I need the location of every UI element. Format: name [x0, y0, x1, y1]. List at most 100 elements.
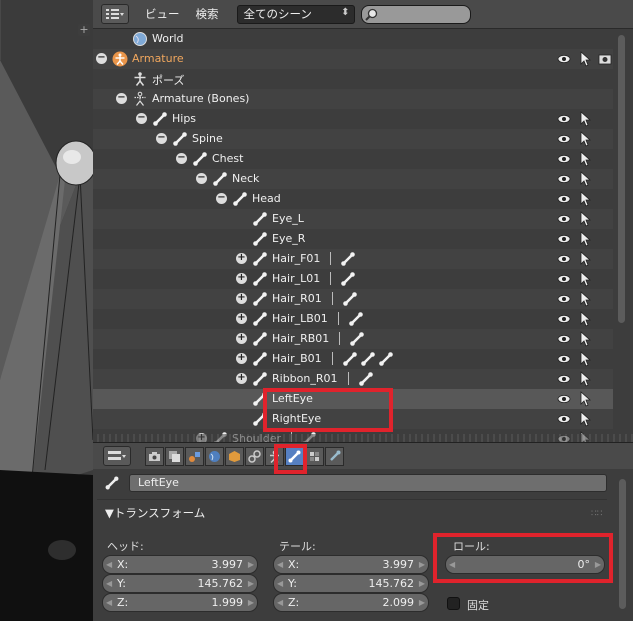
visibility-eye-icon[interactable]: [557, 392, 571, 406]
outliner-row[interactable]: − Chest: [93, 149, 613, 169]
properties-editor-type-button[interactable]: [103, 446, 131, 466]
visibility-eye-icon[interactable]: [557, 192, 571, 206]
outliner-row-label[interactable]: Eye_L: [272, 212, 304, 225]
outliner-row-label[interactable]: Armature: [132, 52, 184, 65]
bone-name-field[interactable]: LeftEye: [129, 474, 607, 492]
outliner-row[interactable]: − Spine: [93, 129, 613, 149]
selectability-cursor-icon[interactable]: [578, 111, 592, 127]
decrement-arrow-icon[interactable]: ◀: [277, 594, 283, 611]
outliner-row-label[interactable]: Head: [252, 192, 281, 205]
panel-drag-handle[interactable]: ∷∷: [591, 509, 602, 519]
collapse-icon[interactable]: −: [196, 173, 207, 184]
tail-x-field[interactable]: ◀ X: 3.997 ▶: [273, 555, 429, 574]
increment-arrow-icon[interactable]: ▶: [248, 594, 254, 611]
visibility-eye-icon[interactable]: [557, 312, 571, 326]
expand-icon[interactable]: +: [236, 353, 247, 364]
visibility-eye-icon[interactable]: [557, 252, 571, 266]
outliner-row-label[interactable]: Chest: [212, 152, 243, 165]
outliner-row[interactable]: − Hips: [93, 109, 613, 129]
tab-world[interactable]: [205, 446, 224, 466]
increment-arrow-icon[interactable]: ▶: [419, 575, 425, 592]
visibility-eye-icon[interactable]: [557, 52, 571, 66]
selectability-cursor-icon[interactable]: [578, 331, 592, 347]
outliner-row-label[interactable]: Hair_B01: [272, 352, 322, 365]
tab-bone[interactable]: [285, 446, 304, 466]
add-region-button[interactable]: +: [78, 24, 90, 36]
decrement-arrow-icon[interactable]: ◀: [106, 575, 112, 592]
visibility-eye-icon[interactable]: [557, 272, 571, 286]
outliner-row-label[interactable]: Hair_F01: [272, 252, 320, 265]
increment-arrow-icon[interactable]: ▶: [419, 594, 425, 611]
child-bone-icon[interactable]: [342, 291, 358, 307]
decrement-arrow-icon[interactable]: ◀: [106, 594, 112, 611]
outliner-row[interactable]: + Hair_B01: [93, 349, 613, 369]
visibility-eye-icon[interactable]: [557, 352, 571, 366]
tab-render-layers[interactable]: [165, 446, 184, 466]
outliner-row[interactable]: ポーズ: [93, 69, 613, 89]
outliner-row[interactable]: + Hair_RB01: [93, 329, 613, 349]
outliner-row[interactable]: LeftEye: [93, 389, 613, 409]
selectability-cursor-icon[interactable]: [578, 311, 592, 327]
outliner-row-label[interactable]: ポーズ: [152, 72, 184, 88]
selectability-cursor-icon[interactable]: [578, 371, 592, 387]
outliner-row[interactable]: − Armature: [93, 49, 613, 69]
tab-constraints[interactable]: [245, 446, 264, 466]
head-z-field[interactable]: ◀ Z: 1.999 ▶: [102, 593, 258, 612]
outliner-row-label[interactable]: RightEye: [272, 412, 321, 425]
outliner-row-label[interactable]: Neck: [232, 172, 259, 185]
increment-arrow-icon[interactable]: ▶: [595, 556, 601, 573]
collapse-icon[interactable]: −: [216, 193, 227, 204]
roll-field[interactable]: ◀ 0° ▶: [445, 555, 605, 574]
visibility-eye-icon[interactable]: [557, 212, 571, 226]
outliner-row[interactable]: − Head: [93, 189, 613, 209]
collapse-icon[interactable]: −: [176, 153, 187, 164]
outliner-row[interactable]: RightEye: [93, 409, 613, 429]
child-bone-icon[interactable]: [358, 371, 374, 387]
outliner-row[interactable]: − Neck: [93, 169, 613, 189]
increment-arrow-icon[interactable]: ▶: [248, 556, 254, 573]
child-bone-icon[interactable]: [342, 351, 358, 367]
expand-icon[interactable]: +: [236, 373, 247, 384]
tab-bone-constraints[interactable]: [305, 446, 324, 466]
lock-checkbox[interactable]: [447, 597, 460, 610]
tail-y-field[interactable]: ◀ Y: 145.762 ▶: [273, 574, 429, 593]
expand-icon[interactable]: +: [236, 313, 247, 324]
search-field[interactable]: [360, 4, 471, 24]
collapse-icon[interactable]: −: [156, 133, 167, 144]
outliner-tree[interactable]: World − Armature ポーズ − Armature (Bones) − Hips −…: [93, 29, 633, 442]
renderability-camera-icon[interactable]: [598, 52, 612, 66]
decrement-arrow-icon[interactable]: ◀: [277, 556, 283, 573]
selectability-cursor-icon[interactable]: [578, 411, 592, 427]
collapse-icon[interactable]: −: [96, 53, 107, 64]
search-input[interactable]: [380, 8, 461, 20]
visibility-eye-icon[interactable]: [557, 412, 571, 426]
tab-render[interactable]: [145, 446, 164, 466]
outliner-row-label[interactable]: Hips: [172, 112, 196, 125]
child-bone-icon[interactable]: [378, 351, 394, 367]
outliner-row[interactable]: + Hair_L01: [93, 269, 613, 289]
selectability-cursor-icon[interactable]: [578, 391, 592, 407]
outliner-row-label[interactable]: World: [152, 32, 184, 45]
tab-armature-data[interactable]: [265, 446, 284, 466]
decrement-arrow-icon[interactable]: ◀: [449, 556, 455, 573]
child-bone-icon[interactable]: [348, 311, 364, 327]
decrement-arrow-icon[interactable]: ◀: [106, 556, 112, 573]
outliner-row-label[interactable]: Hair_L01: [272, 272, 320, 285]
outliner-row[interactable]: − Armature (Bones): [93, 89, 613, 109]
selectability-cursor-icon[interactable]: [578, 351, 592, 367]
increment-arrow-icon[interactable]: ▶: [419, 556, 425, 573]
increment-arrow-icon[interactable]: ▶: [248, 575, 254, 592]
visibility-eye-icon[interactable]: [557, 112, 571, 126]
visibility-eye-icon[interactable]: [557, 232, 571, 246]
head-y-field[interactable]: ◀ Y: 145.762 ▶: [102, 574, 258, 593]
outliner-row-label[interactable]: Ribbon_R01: [272, 372, 338, 385]
selectability-cursor-icon[interactable]: [578, 191, 592, 207]
tab-scene[interactable]: [185, 446, 204, 466]
selectability-cursor-icon[interactable]: [578, 291, 592, 307]
outliner-row[interactable]: Eye_R: [93, 229, 613, 249]
region-resize-edge[interactable]: [93, 434, 633, 442]
outliner-row[interactable]: + Hair_LB01: [93, 309, 613, 329]
selectability-cursor-icon[interactable]: [578, 271, 592, 287]
collapse-icon[interactable]: −: [136, 113, 147, 124]
tail-z-field[interactable]: ◀ Z: 2.099 ▶: [273, 593, 429, 612]
